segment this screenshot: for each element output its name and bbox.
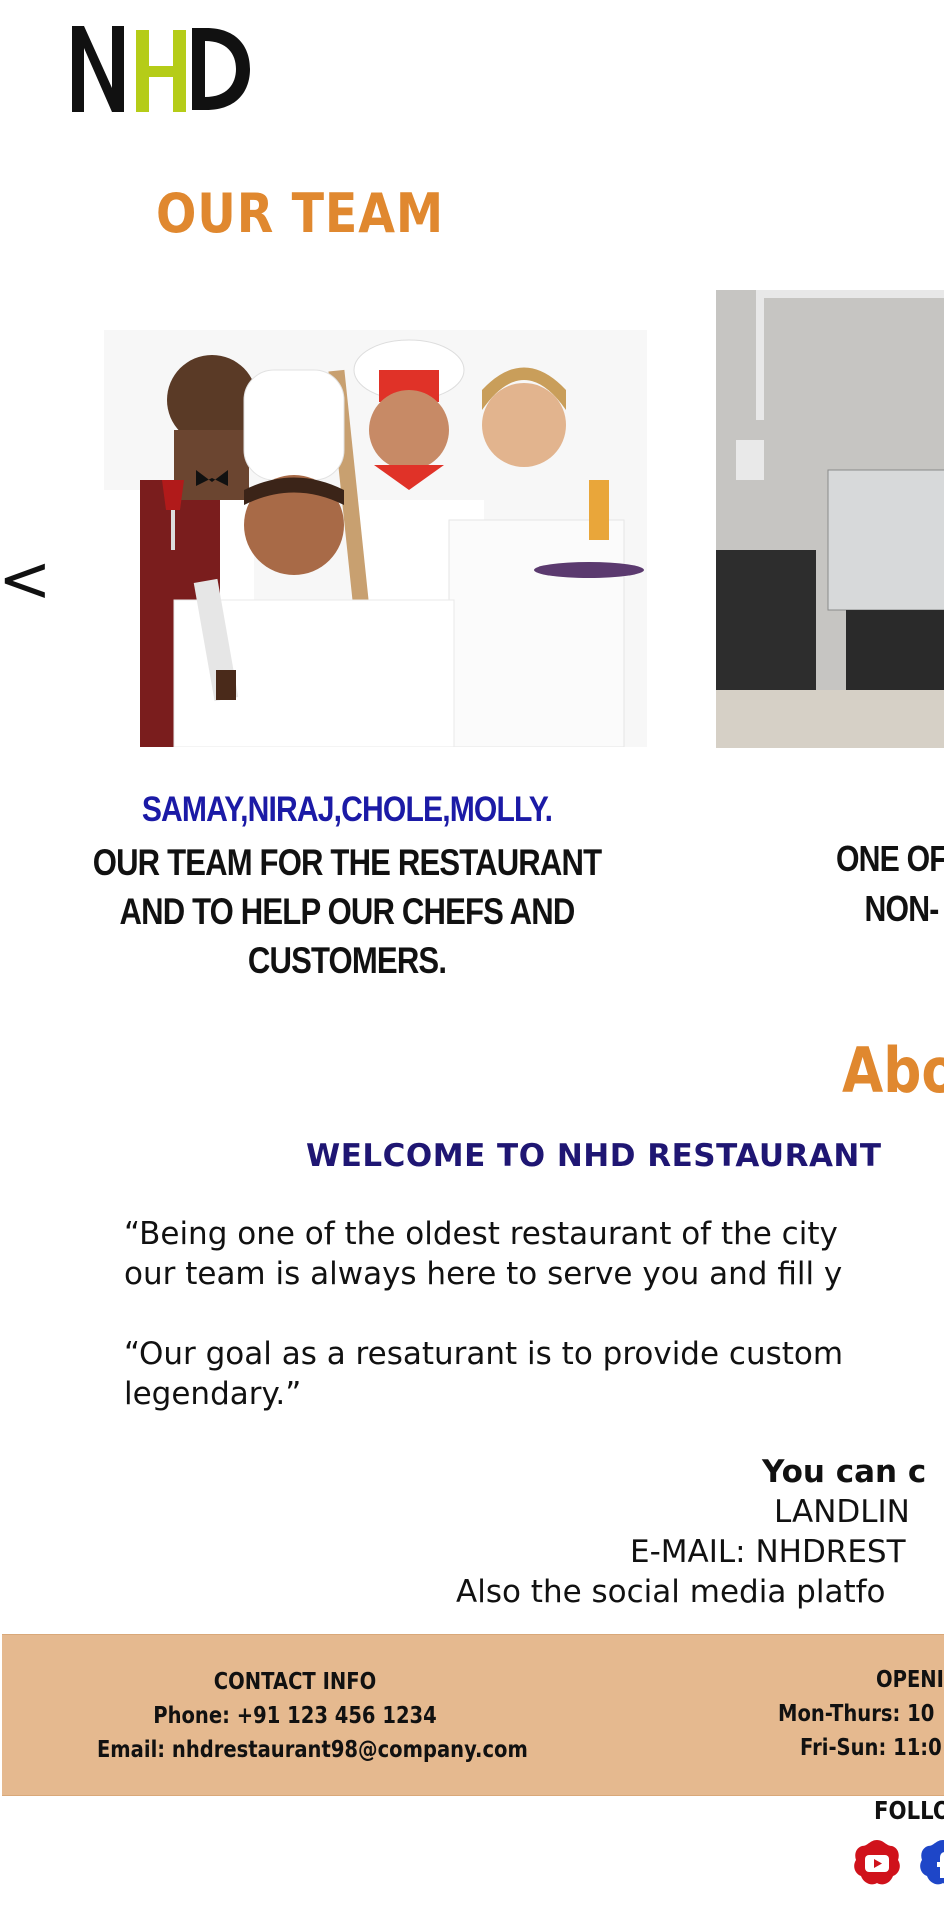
slide2-description: ONE OF NON- [836,834,944,934]
footer-hours-weekend: Fri-Sun: 11:0 [800,1735,942,1761]
team-section-title: OUR TEAM [156,182,445,245]
footer-phone[interactable]: Phone: +91 123 456 1234 [97,1699,493,1733]
about-paragraph-line: legendary.” [124,1376,302,1412]
slide2-description-line: NON- [864,888,940,929]
follow-us-heading: FOLLO [874,1796,944,1825]
footer-email[interactable]: Email: nhdrestaurant98@company.com [97,1733,528,1767]
about-section-title: Abo [842,1034,944,1107]
footer-opening-heading: OPENI [876,1667,944,1693]
contact-email: E-MAIL: NHDREST [630,1534,906,1570]
contact-landline: LANDLIN [774,1494,910,1530]
welcome-heading: WELCOME TO NHD RESTAURANT [306,1138,882,1174]
footer-contact-heading: CONTACT INFO [213,1669,377,1695]
team-member-names: SAMAY,NIRAJ,CHOLE,MOLLY. [141,790,553,829]
slider-prev-button[interactable]: < [0,548,52,612]
team-description-line: CUSTOMERS. [247,940,447,981]
about-paragraph-line: “Our goal as a resaturant is to provide … [124,1336,844,1372]
team-description: OUR TEAM FOR THE RESTAURANT AND TO HELP … [56,838,639,985]
footer-hours-weekday: Mon-Thurs: 10 [778,1701,935,1727]
about-paragraph-1: “Being one of the oldest restaurant of t… [124,1214,842,1294]
about-paragraph-2: “Our goal as a resaturant is to provide … [124,1334,843,1414]
youtube-icon[interactable] [852,1838,902,1888]
team-description-line: OUR TEAM FOR THE RESTAURANT [92,842,602,883]
coffee-machine-photo [716,290,944,748]
facebook-icon[interactable] [918,1838,944,1888]
nhd-logo[interactable] [72,26,250,112]
slide2-description-line: ONE OF [836,838,944,879]
footer-info-band: CONTACT INFO Phone: +91 123 456 1234 Ema… [2,1634,944,1796]
contact-social-note: Also the social media platfo [456,1574,886,1610]
contact-heading: You can c [762,1454,927,1490]
about-paragraph-line: “Being one of the oldest restaurant of t… [124,1216,838,1252]
team-photo [104,330,647,747]
footer-opening-hours: OPENI Mon-Thurs: 10 Fri-Sun: 11:0 [778,1663,944,1765]
about-paragraph-line: our team is always here to serve you and… [124,1256,843,1292]
footer-contact-info: CONTACT INFO Phone: +91 123 456 1234 Ema… [62,1665,528,1767]
team-description-line: AND TO HELP OUR CHEFS AND [119,891,575,932]
